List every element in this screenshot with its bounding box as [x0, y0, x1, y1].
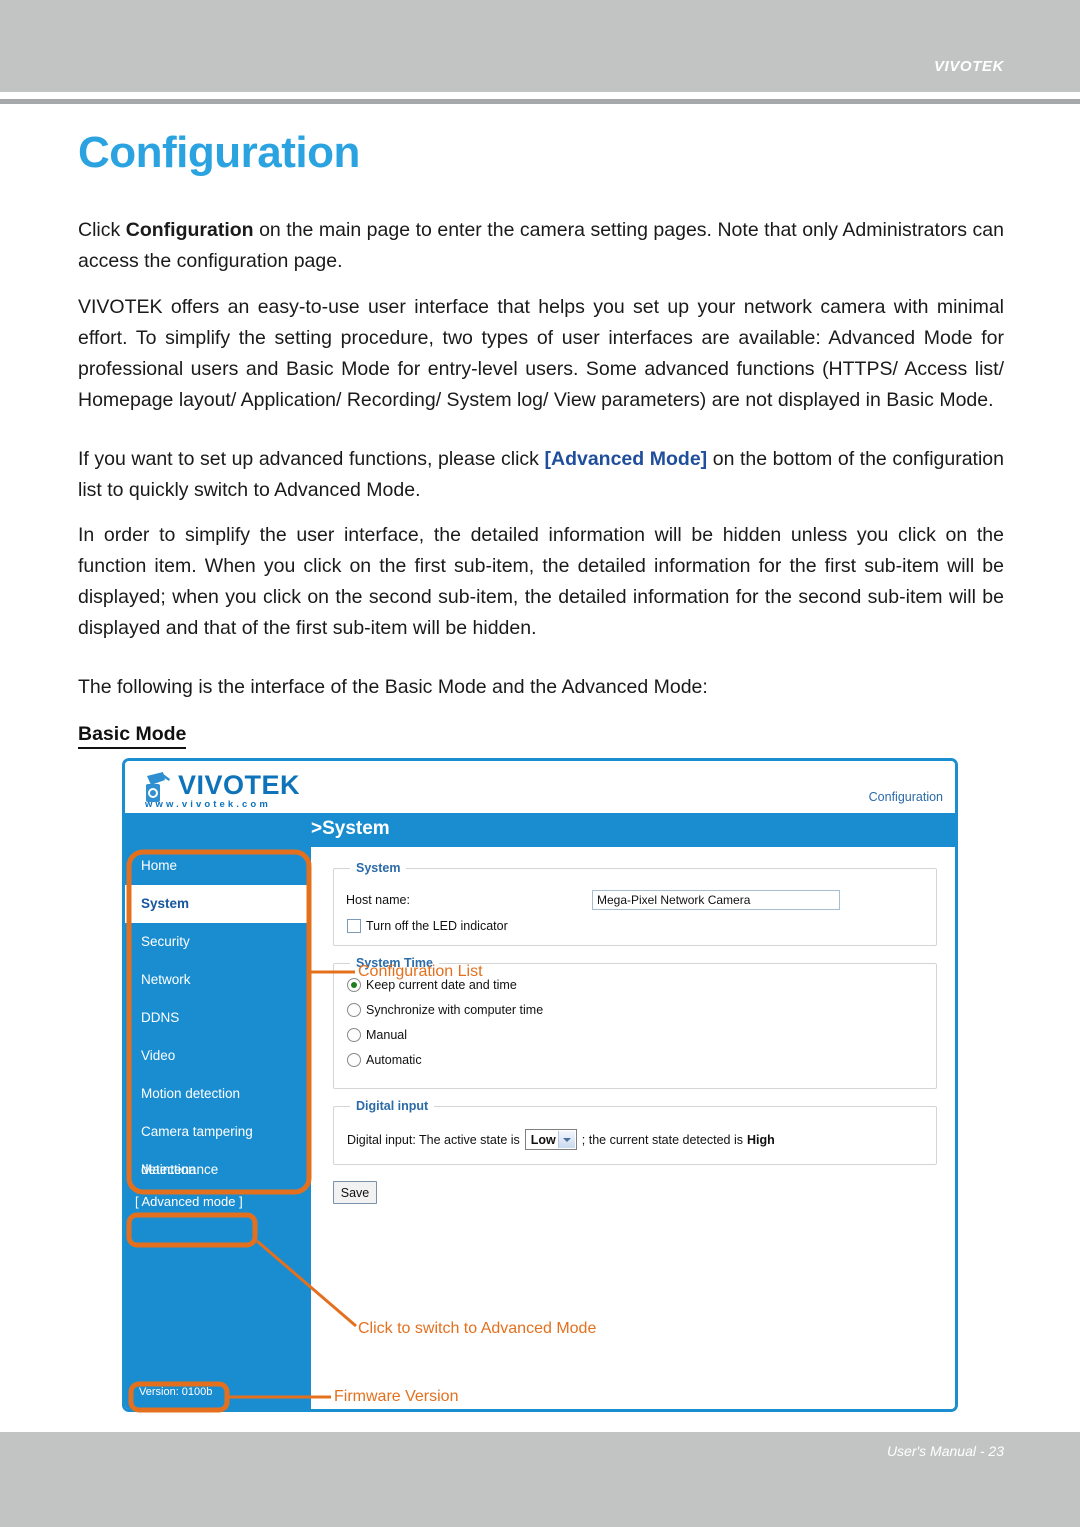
active-state-select-value: Low: [530, 1132, 556, 1147]
paragraph-ui-overview: VIVOTEK offers an easy-to-use user inter…: [78, 296, 1004, 411]
sidebar-item-label: Home: [141, 858, 178, 873]
advanced-mode-button[interactable]: [ Advanced mode ]: [135, 1194, 243, 1209]
sidebar-item-label: Video: [141, 1048, 176, 1063]
system-panel: System Host name: Turn off the LED indic…: [333, 861, 937, 946]
radio-automatic[interactable]: Automatic: [347, 1053, 924, 1067]
sidebar-item-network[interactable]: Network: [125, 961, 311, 999]
sidebar-item-label: System: [141, 896, 190, 911]
led-indicator-label: Turn off the LED indicator: [366, 919, 508, 933]
system-panel-legend: System: [356, 861, 401, 875]
sidebar-nav: Home System Security Network DDNS Video …: [125, 847, 311, 1409]
annotation-click-to-switch: Click to switch to Advanced Mode: [358, 1320, 597, 1337]
screenshot-logo-bar: VIVOTEK www.vivotek.com Configuration: [125, 761, 955, 813]
p3-pre: If you want to set up advanced functions…: [78, 448, 545, 470]
basic-mode-screenshot: VIVOTEK www.vivotek.com Configuration >S…: [122, 758, 958, 1412]
radio-manual[interactable]: Manual: [347, 1028, 924, 1042]
digital-input-text-before: Digital input: The active state is: [347, 1132, 520, 1147]
firmware-version-label: Version: 0100b: [139, 1386, 213, 1398]
breadcrumb-bar: [125, 813, 955, 847]
p1-bold-configuration: Configuration: [125, 219, 254, 241]
header-divider-rule: [0, 99, 1080, 104]
digital-input-row: Digital input: The active state is Low ;…: [347, 1129, 924, 1150]
sidebar-item-maintenance[interactable]: Maintenance: [125, 1151, 311, 1189]
sidebar-item-camera-tampering-detection[interactable]: Camera tampering detection: [125, 1113, 311, 1177]
annotation-configuration-list: Configuration List: [358, 963, 483, 980]
save-button[interactable]: Save: [333, 1181, 377, 1204]
sidebar-item-motion-detection[interactable]: Motion detection: [125, 1075, 311, 1113]
p1-pre: Click: [78, 219, 126, 241]
active-state-select[interactable]: Low: [524, 1129, 577, 1150]
breadcrumb: >System: [311, 818, 390, 839]
sidebar-item-ddns[interactable]: DDNS: [125, 999, 311, 1037]
sidebar-item-label: DDNS: [141, 1010, 180, 1025]
sidebar-item-label: Security: [141, 934, 190, 949]
host-name-input[interactable]: [592, 890, 840, 910]
host-name-row: Host name:: [346, 887, 924, 913]
paragraph-subitem-behavior: In order to simplify the user interface,…: [78, 524, 1004, 639]
configuration-link[interactable]: Configuration: [869, 790, 943, 804]
sidebar-item-system[interactable]: System: [125, 885, 311, 923]
vivotek-logo-url: www.vivotek.com: [145, 799, 271, 810]
radio-label: Synchronize with computer time: [366, 1003, 544, 1017]
radio-icon[interactable]: [347, 1028, 361, 1042]
sidebar-item-label: Maintenance: [141, 1162, 219, 1177]
host-name-label: Host name:: [346, 893, 410, 907]
radio-icon[interactable]: [347, 1003, 361, 1017]
digital-input-panel-legend: Digital input: [356, 1099, 429, 1113]
checkbox-icon[interactable]: [347, 919, 361, 933]
sidebar-item-label: Motion detection: [141, 1086, 241, 1101]
radio-icon[interactable]: [347, 1053, 361, 1067]
page-header-band: VIVOTEK: [0, 0, 1080, 92]
paragraph-intro: Click Configuration on the main page to …: [78, 215, 1004, 277]
chevron-down-icon[interactable]: [557, 1131, 575, 1148]
paragraph-following-interface: The following is the interface of the Ba…: [78, 676, 708, 698]
radio-label: Manual: [366, 1028, 407, 1042]
radio-label: Automatic: [366, 1053, 422, 1067]
page-title: Configuration: [78, 128, 360, 177]
sidebar-item-label: Network: [141, 972, 191, 987]
footer-page-label: User's Manual - 23: [886, 1443, 1004, 1459]
sidebar-item-video[interactable]: Video: [125, 1037, 311, 1075]
vivotek-logo: VIVOTEK www.vivotek.com: [140, 766, 330, 812]
section-subhead-basic-mode: Basic Mode: [78, 723, 187, 749]
annotation-firmware-version: Firmware Version: [334, 1388, 459, 1405]
led-indicator-checkbox-row[interactable]: Turn off the LED indicator: [347, 919, 924, 933]
header-brand-vivotek: VIVOTEK: [933, 58, 1004, 75]
detected-state-value: High: [746, 1132, 775, 1147]
advanced-mode-link-text: [Advanced Mode]: [544, 448, 708, 470]
sidebar-item-security[interactable]: Security: [125, 923, 311, 961]
digital-input-panel: Digital input Digital input: The active …: [333, 1099, 937, 1165]
digital-input-text-middle: ; the current state detected is: [581, 1132, 743, 1147]
vivotek-logo-text: VIVOTEK: [178, 770, 301, 800]
paragraph-advanced-mode: If you want to set up advanced functions…: [78, 444, 1004, 506]
sidebar-item-home[interactable]: Home: [125, 847, 311, 885]
radio-synchronize-with-computer-time[interactable]: Synchronize with computer time: [347, 1003, 924, 1017]
